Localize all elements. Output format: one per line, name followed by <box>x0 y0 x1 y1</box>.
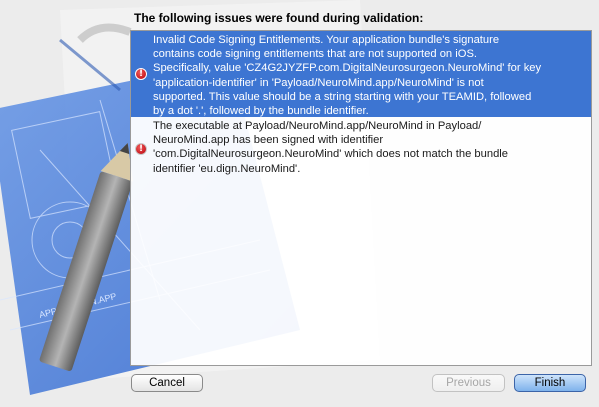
issue-row[interactable]: ! The executable at Payload/NeuroMind.ap… <box>131 117 591 181</box>
error-icon: ! <box>135 68 147 80</box>
issue-text: Invalid Code Signing Entitlements. Your … <box>153 34 542 118</box>
error-icon: ! <box>135 143 147 155</box>
previous-button[interactable]: Previous <box>432 374 505 392</box>
issues-list[interactable]: ! Invalid Code Signing Entitlements. You… <box>130 30 592 366</box>
finish-button[interactable]: Finish <box>514 374 586 392</box>
issue-text: The executable at Payload/NeuroMind.app/… <box>153 120 509 175</box>
cancel-button[interactable]: Cancel <box>131 374 203 392</box>
dialog-heading: The following issues were found during v… <box>134 11 424 25</box>
issue-row[interactable]: ! Invalid Code Signing Entitlements. You… <box>131 31 591 117</box>
